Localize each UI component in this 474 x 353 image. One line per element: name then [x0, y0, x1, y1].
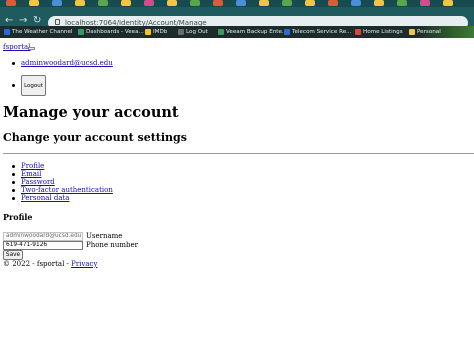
save-button[interactable]: Save: [3, 250, 23, 260]
browser-tab[interactable]: [328, 0, 338, 6]
bookmark-item[interactable]: Veeam Backup Ente...: [218, 26, 287, 38]
bookmark-favicon-icon: [4, 29, 10, 35]
bookmark-label: Personal: [417, 29, 441, 35]
bookmark-label: IMDb: [153, 29, 168, 35]
bookmark-favicon-icon: [284, 29, 290, 35]
bookmark-label: Dashboards - Veea...: [86, 29, 144, 35]
bullet-icon: [12, 165, 15, 168]
bookmark-favicon-icon: [409, 29, 415, 35]
bookmark-favicon-icon: [145, 29, 151, 35]
manage-nav-password[interactable]: Password: [21, 178, 55, 186]
browser-tab[interactable]: [443, 0, 453, 6]
browser-tab[interactable]: [52, 0, 62, 6]
footer-copyright: © 2022 - fsportal -: [3, 260, 72, 268]
browser-tab[interactable]: [29, 0, 39, 6]
browser-tab[interactable]: [6, 0, 16, 6]
browser-tab[interactable]: [167, 0, 177, 6]
privacy-link[interactable]: Privacy: [71, 260, 97, 268]
manage-nav-profile[interactable]: Profile: [21, 162, 44, 170]
browser-tab[interactable]: [144, 0, 154, 6]
bookmark-item[interactable]: Home Listings: [355, 26, 403, 38]
phone-number-field[interactable]: 619-471-9126: [3, 241, 83, 250]
page-subtitle: Change your account settings: [3, 131, 187, 144]
browser-tab[interactable]: [397, 0, 407, 6]
bookmark-favicon-icon: [178, 29, 184, 35]
bookmark-item[interactable]: Log Out: [178, 26, 208, 38]
browser-tab[interactable]: [236, 0, 246, 6]
bullet-icon: [12, 173, 15, 176]
browser-tab[interactable]: [213, 0, 223, 6]
bookmark-favicon-icon: [78, 29, 84, 35]
bookmark-item[interactable]: Telecom Service Re...: [284, 26, 352, 38]
page-title: Manage your account: [3, 104, 179, 121]
bookmark-label: Veeam Backup Ente...: [226, 29, 288, 35]
bookmark-item[interactable]: Personal: [409, 26, 441, 38]
browser-tab[interactable]: [190, 0, 200, 6]
manage-nav-personal-data[interactable]: Personal data: [21, 194, 69, 202]
browser-tab[interactable]: [351, 0, 361, 6]
browser-tab[interactable]: [259, 0, 269, 6]
bookmarks-bar: The Weather Channel Dashboards - Veea... I…: [0, 26, 474, 38]
username-field: adminwoodard@ucsd.edu: [3, 232, 83, 241]
bookmark-label: Home Listings: [363, 29, 403, 35]
manage-nav-two-factor[interactable]: Two-factor authentication: [21, 186, 113, 194]
browser-tab-strip: [0, 0, 474, 7]
reload-icon[interactable]: ↻: [33, 16, 41, 26]
bullet-icon: [12, 84, 15, 87]
bookmark-item[interactable]: Dashboards - Veea...: [78, 26, 144, 38]
bookmark-item[interactable]: IMDb: [145, 26, 167, 38]
navbar-toggle-button[interactable]: [28, 47, 35, 50]
bullet-icon: [12, 189, 15, 192]
browser-toolbar: ← → ↻ localhost:7064/Identity/Account/Ma…: [0, 7, 474, 30]
bookmark-item[interactable]: The Weather Channel: [4, 26, 72, 38]
lock-icon: [55, 19, 60, 25]
bullet-icon: [12, 181, 15, 184]
phone-number-label: Phone number: [86, 241, 138, 249]
back-icon[interactable]: ←: [5, 16, 13, 26]
browser-tab[interactable]: [75, 0, 85, 6]
bookmark-label: Log Out: [186, 29, 208, 35]
browser-tab[interactable]: [374, 0, 384, 6]
bookmark-favicon-icon: [218, 29, 224, 35]
manage-nav-email[interactable]: Email: [21, 170, 41, 178]
bullet-icon: [12, 197, 15, 200]
user-email-link[interactable]: adminwoodard@ucsd.edu: [21, 59, 113, 67]
forward-icon[interactable]: →: [19, 16, 27, 26]
username-label: Username: [86, 232, 123, 240]
bookmark-label: The Weather Channel: [12, 29, 73, 35]
bookmark-favicon-icon: [355, 29, 361, 35]
section-title: Profile: [3, 212, 33, 222]
browser-tab[interactable]: [282, 0, 292, 6]
logout-button[interactable]: Logout: [21, 75, 46, 96]
bullet-icon: [12, 62, 15, 65]
divider: [3, 153, 474, 154]
browser-tab[interactable]: [98, 0, 108, 6]
browser-tab[interactable]: [305, 0, 315, 6]
browser-tab[interactable]: [420, 0, 430, 6]
browser-tab[interactable]: [121, 0, 131, 6]
bookmark-label: Telecom Service Re...: [292, 29, 352, 35]
footer: © 2022 - fsportal - Privacy: [3, 260, 97, 269]
brand-link[interactable]: fsportal: [3, 43, 30, 51]
